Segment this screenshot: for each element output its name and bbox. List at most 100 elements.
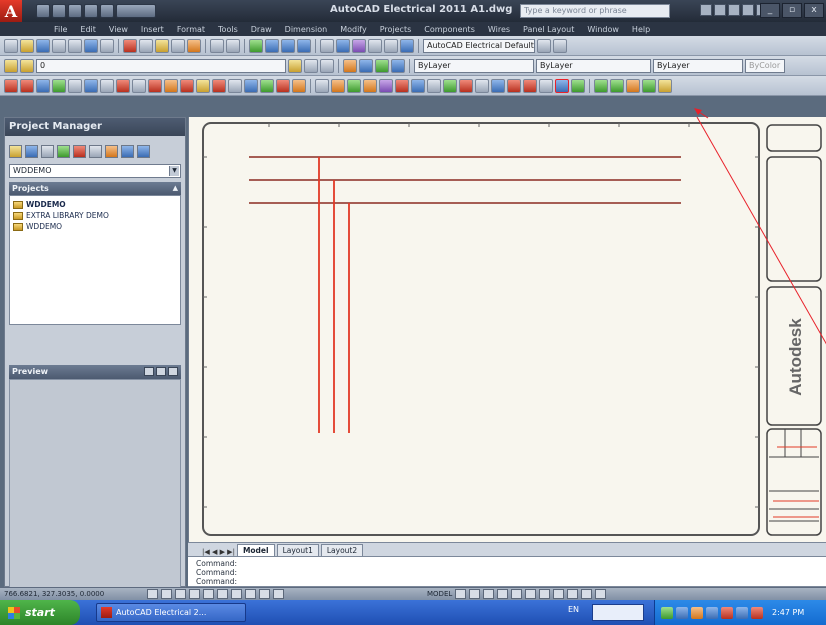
network-icon[interactable] — [661, 606, 673, 619]
tab-model[interactable]: Model — [236, 544, 275, 556]
layer-state-icon[interactable] — [20, 58, 34, 73]
refresh-icon[interactable] — [57, 144, 70, 158]
new-icon[interactable] — [4, 38, 18, 53]
undo-icon[interactable] — [210, 38, 224, 53]
taskbar-item-autocad[interactable]: AutoCAD Electrical 2... — [96, 603, 246, 622]
make-current-icon[interactable] — [288, 58, 302, 73]
menu-help[interactable]: Help — [632, 25, 650, 34]
gap-icon[interactable] — [363, 78, 377, 93]
check-wire-icon[interactable] — [427, 78, 441, 93]
new-drawing-icon[interactable] — [41, 144, 54, 158]
toggle-no-nc-icon[interactable] — [100, 78, 114, 93]
menu-wires[interactable]: Wires — [488, 25, 510, 34]
open-project-icon[interactable] — [9, 144, 22, 158]
project-item[interactable]: WDDEMO — [13, 221, 177, 232]
menu-dimension[interactable]: Dimension — [285, 25, 328, 34]
menu-components[interactable]: Components — [424, 25, 475, 34]
surfer-icon[interactable] — [315, 78, 329, 93]
edit-component-icon[interactable] — [36, 78, 50, 93]
delete-component-icon[interactable] — [68, 78, 82, 93]
wire-color-icon[interactable] — [347, 78, 361, 93]
tab-navigation[interactable]: |◀ ◀ ▶ ▶| — [202, 548, 235, 556]
copy-component-icon[interactable] — [52, 78, 66, 93]
snap-toggle[interactable] — [147, 589, 158, 599]
favorites-icon[interactable] — [742, 4, 754, 16]
insert-wire-icon[interactable] — [116, 78, 130, 93]
language-bar[interactable] — [592, 604, 644, 621]
menu-panel-layout[interactable]: Panel Layout — [523, 25, 574, 34]
move-attribute-icon[interactable] — [491, 78, 505, 93]
new-project-icon[interactable] — [25, 144, 38, 158]
insert-connector-icon[interactable] — [20, 78, 34, 93]
reports-icon[interactable] — [276, 78, 290, 93]
previous-drawing-icon[interactable] — [507, 78, 521, 93]
trim-wire-highlighted-icon[interactable] — [555, 78, 569, 93]
preview-collapse-icon[interactable] — [168, 367, 178, 376]
scoot-icon[interactable] — [228, 78, 242, 93]
clock[interactable]: 2:47 PM — [772, 608, 804, 617]
menu-insert[interactable]: Insert — [141, 25, 164, 34]
chevron-down-icon[interactable]: ▼ — [169, 166, 179, 176]
ladder-icon[interactable] — [148, 78, 162, 93]
menu-tools[interactable]: Tools — [218, 25, 238, 34]
coordinates-readout[interactable]: 766.6821, 327.3035, 0.0000 — [4, 590, 144, 598]
calculator-icon[interactable] — [400, 38, 414, 53]
layer-walk-icon[interactable] — [359, 58, 373, 73]
alert-icon[interactable] — [751, 606, 763, 619]
audit-icon[interactable] — [292, 78, 306, 93]
autocad-logo-icon[interactable]: A — [0, 0, 22, 22]
menu-view[interactable]: View — [109, 25, 128, 34]
next-drawing-icon[interactable] — [523, 78, 537, 93]
volume-icon[interactable] — [676, 606, 688, 619]
workspace-settings-icon[interactable] — [537, 38, 551, 53]
publish-icon[interactable] — [84, 38, 98, 53]
terminal-strip-icon[interactable] — [196, 78, 210, 93]
close-button[interactable]: x — [804, 3, 824, 18]
project-select[interactable]: WDDEMO ▼ — [9, 164, 181, 178]
plc-module-icon[interactable] — [212, 78, 226, 93]
properties-icon[interactable] — [320, 38, 334, 53]
layer-properties-icon[interactable] — [4, 58, 18, 73]
menu-format[interactable]: Format — [177, 25, 205, 34]
preview-mode-icon[interactable] — [144, 367, 154, 376]
antivirus-icon[interactable] — [721, 606, 733, 619]
qp-toggle[interactable] — [273, 589, 284, 599]
insert-component-icon[interactable] — [4, 78, 18, 93]
communication-icon[interactable] — [728, 4, 740, 16]
clean-screen-icon[interactable] — [595, 589, 607, 599]
menu-file[interactable]: File — [54, 25, 67, 34]
project-task-icon[interactable] — [73, 144, 86, 158]
3d-dwf-icon[interactable] — [100, 38, 114, 53]
ducs-toggle[interactable] — [231, 589, 242, 599]
wire-number-icon[interactable] — [132, 78, 146, 93]
markup-icon[interactable] — [384, 38, 398, 53]
security-icon[interactable] — [691, 606, 703, 619]
tool-palettes-icon[interactable] — [352, 38, 366, 53]
linetype-select[interactable]: ByLayer — [536, 58, 651, 73]
command-line[interactable]: Command: Command: Command: — [188, 556, 826, 587]
lock-icon[interactable] — [567, 589, 579, 599]
quick-view-drawings-icon[interactable] — [469, 589, 481, 599]
balloon-icon[interactable] — [658, 78, 672, 93]
qat-new-icon[interactable] — [36, 4, 50, 18]
layer-isolate-icon[interactable] — [320, 58, 334, 73]
project-item[interactable]: EXTRA LIBRARY DEMO — [13, 210, 177, 221]
tab-layout2[interactable]: Layout2 — [320, 544, 364, 556]
menu-projects[interactable]: Projects — [380, 25, 412, 34]
preview-icon[interactable] — [68, 38, 82, 53]
workspace-lock-icon[interactable] — [553, 38, 567, 53]
signal-arrow-icon[interactable] — [180, 78, 194, 93]
drawing-properties-icon[interactable] — [539, 78, 553, 93]
project-item[interactable]: WDDEMO — [13, 199, 177, 210]
panel-splitter[interactable] — [9, 325, 181, 365]
bluetooth-icon[interactable] — [706, 606, 718, 619]
nameplate-icon[interactable] — [642, 78, 656, 93]
isolate-icon[interactable] — [581, 589, 593, 599]
panel-layout-icon[interactable] — [594, 78, 608, 93]
design-center-icon[interactable] — [336, 38, 350, 53]
match-properties-icon[interactable] — [171, 38, 185, 53]
stretch-wire-icon[interactable] — [395, 78, 409, 93]
source-arrow-icon[interactable] — [443, 78, 457, 93]
save-icon[interactable] — [36, 38, 50, 53]
minimize-button[interactable]: _ — [760, 3, 780, 18]
